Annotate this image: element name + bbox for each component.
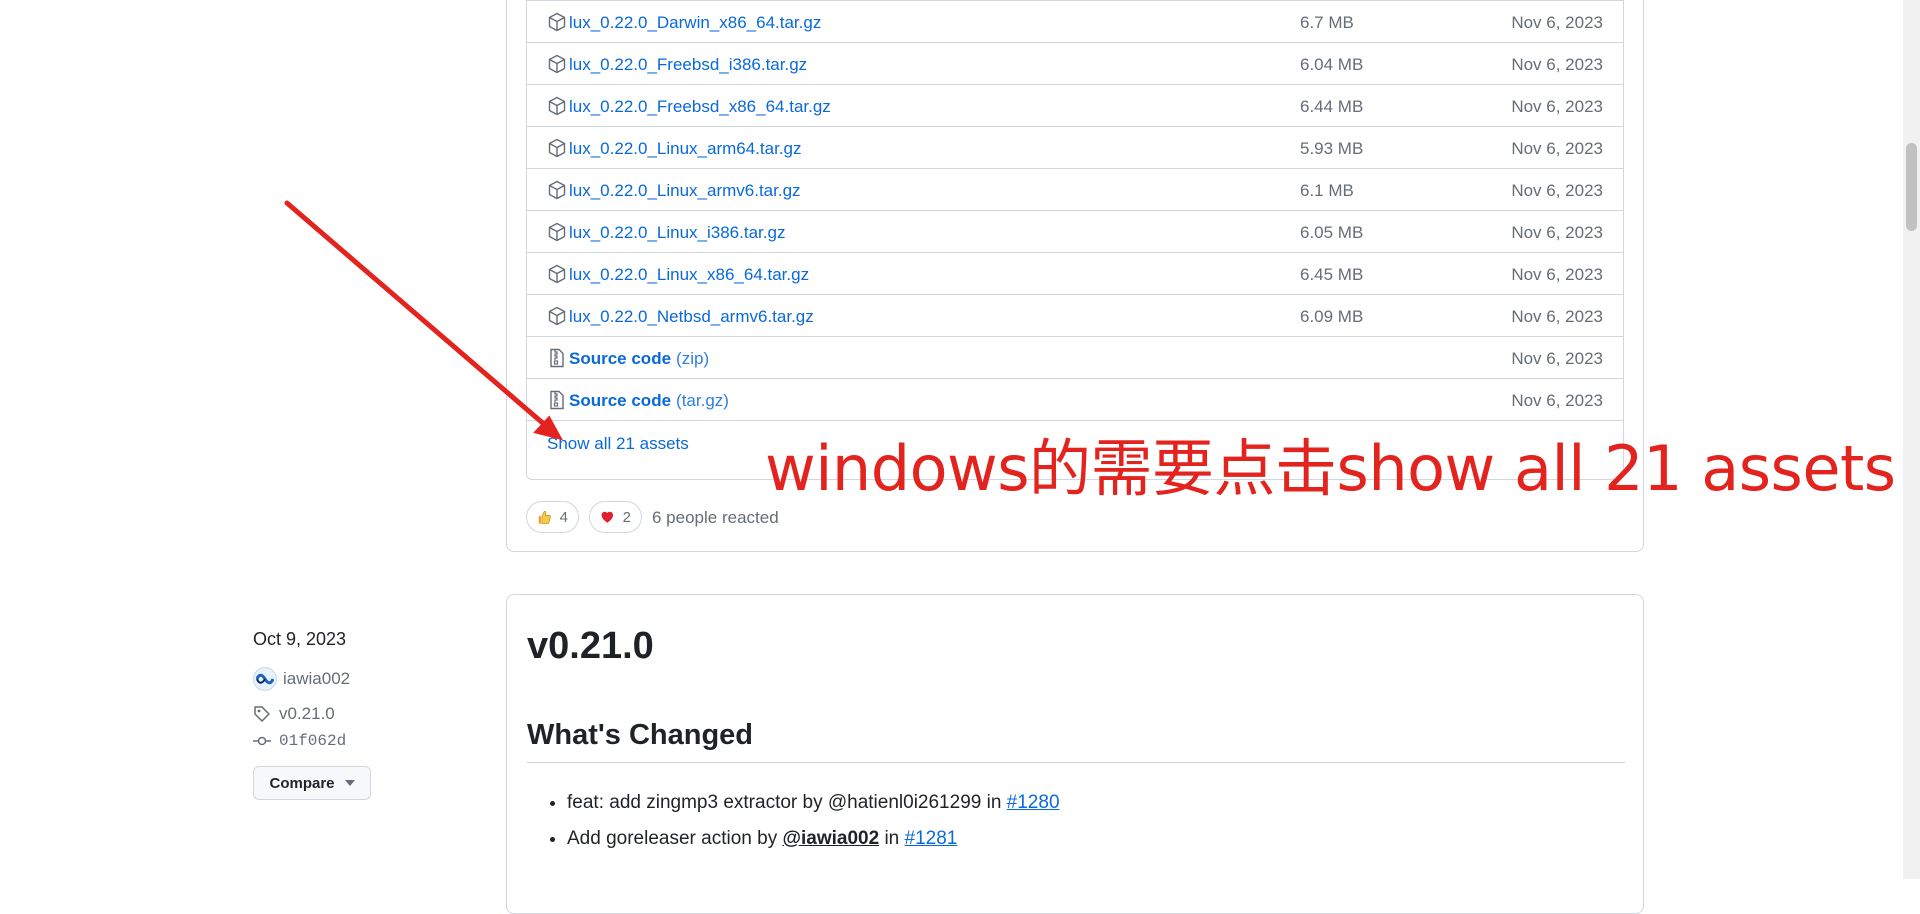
- scrollbar[interactable]: [1903, 0, 1920, 879]
- scrollbar-thumb[interactable]: [1906, 143, 1917, 231]
- annotation-text: windows的需要点击show all 21 assets: [765, 432, 1896, 505]
